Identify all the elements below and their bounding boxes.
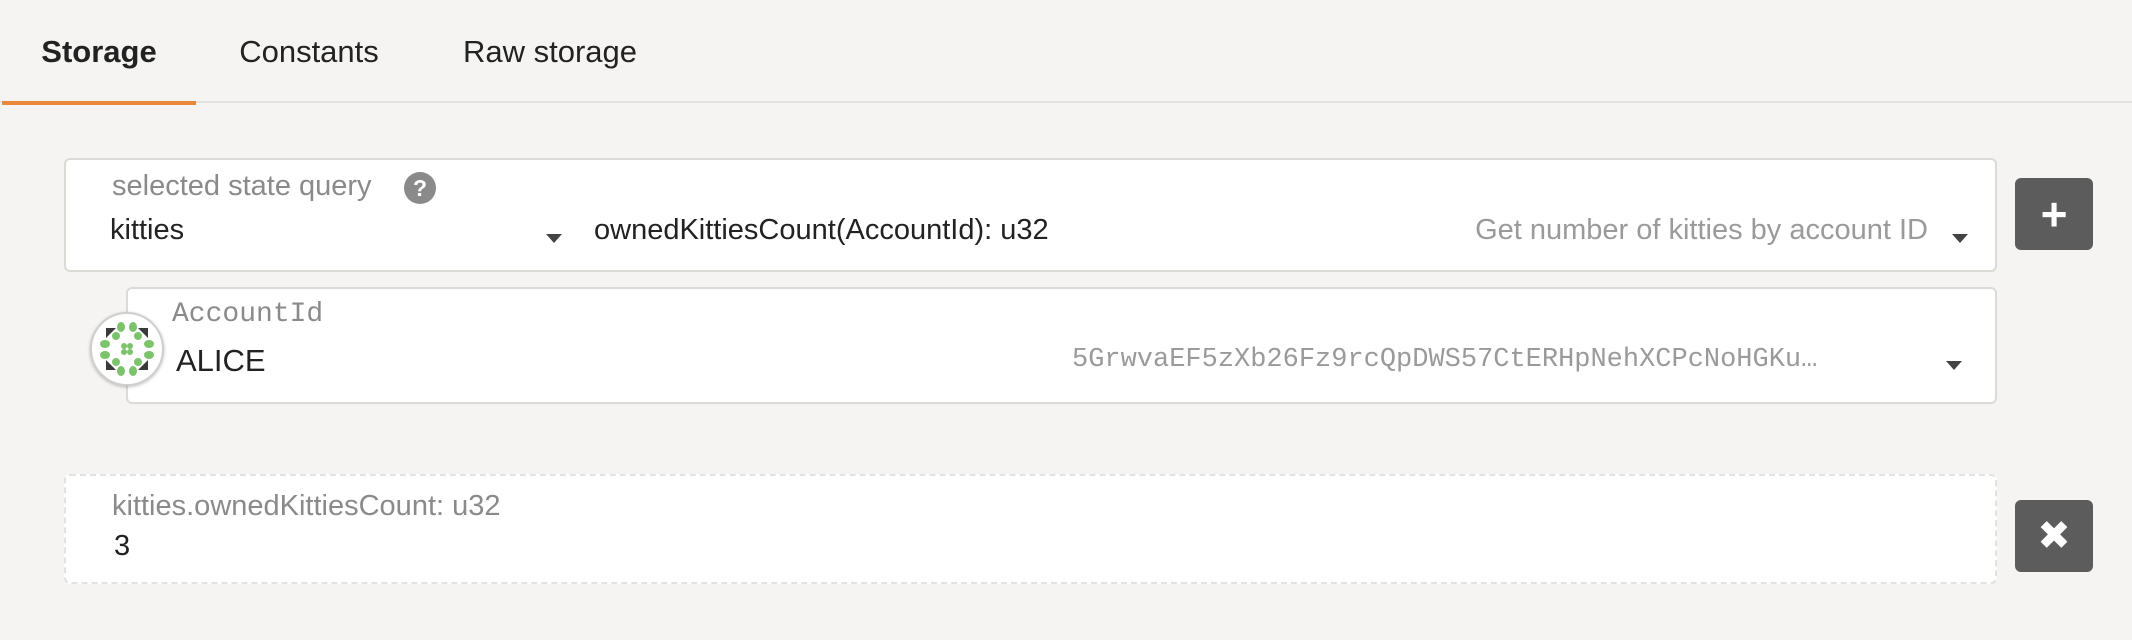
account-address: 5GrwvaEF5zXb26Fz9rcQpDWS57CtERHpNehXCPcN… <box>1072 345 1818 375</box>
tab-raw-storage[interactable]: Raw storage <box>446 0 654 103</box>
chevron-down-icon <box>1952 234 1968 243</box>
state-query-label: selected state query <box>112 170 372 202</box>
tab-bar: Storage Constants Raw storage <box>0 0 2132 105</box>
identicon-icon <box>90 312 164 386</box>
state-query-selector: selected state query ? kitties ownedKitt… <box>64 158 1997 272</box>
result-value: 3 <box>114 530 131 562</box>
method-description: Get number of kitties by account ID <box>1475 214 1928 246</box>
method-dropdown[interactable]: ownedKittiesCount(AccountId): u32 Get nu… <box>592 210 1990 260</box>
query-result: kitties.ownedKittiesCount: u32 3 <box>64 474 1997 584</box>
close-icon: ✖ <box>2037 514 2071 558</box>
account-id-label: AccountId <box>172 299 324 330</box>
add-query-button[interactable]: + <box>2015 178 2093 250</box>
remove-query-button[interactable]: ✖ <box>2015 500 2093 572</box>
method-value: ownedKittiesCount(AccountId): u32 <box>594 214 1049 246</box>
plus-icon: + <box>2040 188 2068 240</box>
chevron-down-icon <box>546 234 562 243</box>
tab-constants[interactable]: Constants <box>222 0 396 103</box>
account-id-dropdown[interactable]: AccountId ALICE 5GrwvaEF5zXb26Fz9rcQpDWS… <box>126 287 1997 404</box>
tab-storage[interactable]: Storage <box>2 0 196 105</box>
help-icon[interactable]: ? <box>404 172 436 204</box>
account-name: ALICE <box>176 343 266 378</box>
module-dropdown[interactable]: kitties <box>110 210 590 260</box>
result-label: kitties.ownedKittiesCount: u32 <box>112 490 501 522</box>
module-value: kitties <box>110 214 185 246</box>
chevron-down-icon <box>1946 361 1962 370</box>
